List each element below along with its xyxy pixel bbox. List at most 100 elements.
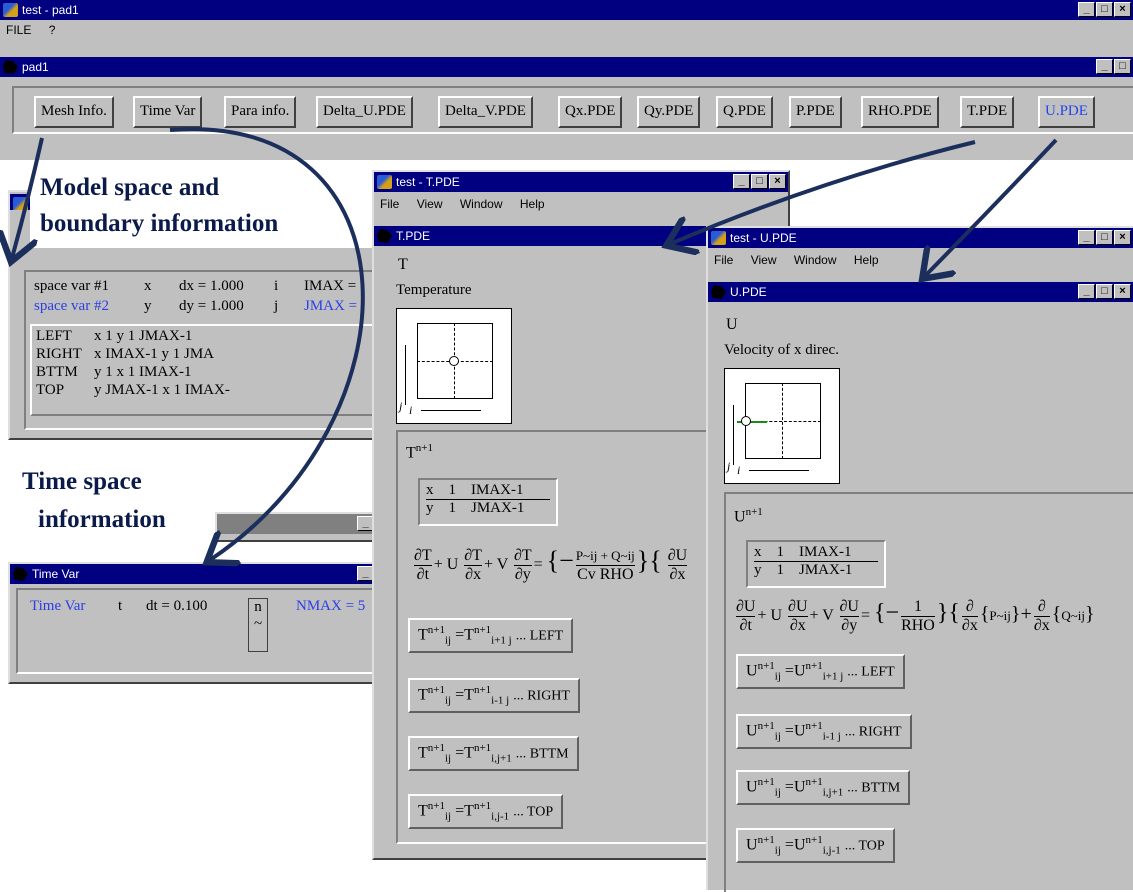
bc-lsub: ij bbox=[445, 752, 452, 765]
eq-term: + V bbox=[809, 607, 834, 625]
t-bc-top[interactable]: Tn+1ij =Tn+1i,j-1 ... TOP bbox=[408, 794, 564, 829]
tab-delta-u[interactable]: Delta_U.PDE bbox=[316, 96, 413, 128]
u-menu-file[interactable]: File bbox=[714, 253, 733, 267]
tab-u[interactable]: U.PDE bbox=[1038, 96, 1095, 128]
tab-p[interactable]: P.PDE bbox=[789, 96, 842, 128]
maximize-icon[interactable]: □ bbox=[1114, 59, 1131, 74]
time-var-title-bar[interactable]: Time Var _ bbox=[10, 564, 380, 584]
u-grid-diagram[interactable]: i j bbox=[724, 368, 840, 484]
bc-var: U bbox=[793, 662, 806, 680]
t-pde-equation[interactable]: ∂T ∂t + U ∂T ∂x + V ∂T ∂y = {− P~ij + Q~ij Cv RH… bbox=[412, 546, 689, 584]
u-pde-window: test - U.PDE _ □ × File View Window Help U… bbox=[706, 226, 1133, 892]
tab-rho[interactable]: RHO.PDE bbox=[861, 96, 939, 128]
minimize-icon[interactable]: _ bbox=[1078, 284, 1095, 299]
menu-file[interactable]: FILE bbox=[6, 23, 31, 37]
bc-side: ... RIGHT bbox=[844, 724, 902, 740]
t-app-title: test - T.PDE bbox=[396, 175, 460, 189]
t-range-box[interactable]: x 1 IMAX-1 y 1 JMAX-1 bbox=[418, 478, 558, 526]
eq-term: + V bbox=[483, 556, 508, 573]
u-bc-left[interactable]: Un+1ij =Un+1i+1 j ... LEFT bbox=[736, 654, 905, 689]
bc-lsub: ij bbox=[774, 730, 781, 743]
close-icon[interactable]: × bbox=[769, 174, 786, 189]
time-index-box[interactable]: n ~ bbox=[248, 598, 268, 652]
pad-title-bar[interactable]: pad1 _ □ bbox=[0, 57, 1133, 77]
maximize-icon[interactable]: □ bbox=[1096, 2, 1113, 17]
t-menu-bar: File View Window Help bbox=[374, 194, 788, 214]
boundary-left[interactable]: LEFT x 1 y 1 JMAX-1 bbox=[36, 328, 192, 345]
tab-mesh-info[interactable]: Mesh Info. bbox=[34, 96, 114, 128]
boundary-name: TOP bbox=[36, 382, 65, 398]
t-bc-right[interactable]: Tn+1ij =Tn+1i-1 j ... RIGHT bbox=[408, 678, 580, 713]
u-menu-view[interactable]: View bbox=[751, 253, 777, 267]
tab-para-info[interactable]: Para info. bbox=[224, 96, 297, 128]
hidden-title-bar[interactable]: _ bbox=[217, 514, 380, 534]
boundary-top[interactable]: TOP y JMAX-1 x 1 IMAX- bbox=[36, 382, 230, 399]
u-bc-right[interactable]: Un+1ij =Un+1i-1 j ... RIGHT bbox=[736, 714, 912, 749]
main-window: test - pad1 _ □ × FILE ? pad1 _ □ Mesh Info… bbox=[0, 0, 1133, 160]
u-range-x: x 1 IMAX-1 bbox=[754, 544, 878, 562]
boundary-right[interactable]: RIGHT x IMAX-1 y 1 JMA bbox=[36, 346, 214, 363]
maximize-icon[interactable]: □ bbox=[751, 174, 768, 189]
u-pde-equation[interactable]: ∂U ∂t + U ∂U ∂x + V ∂U ∂y = {− 1 RHO}{∂ ∂x {P~ij}+… bbox=[734, 598, 1095, 635]
tab-time-var[interactable]: Time Var bbox=[133, 96, 203, 128]
minimize-icon[interactable]: _ bbox=[1078, 2, 1095, 17]
t-bc-left[interactable]: Tn+1ij =Tn+1i+1 j ... LEFT bbox=[408, 618, 574, 653]
tab-qy[interactable]: Qy.PDE bbox=[637, 96, 701, 128]
bc-var: U bbox=[793, 722, 806, 740]
u-range-y: y 1 JMAX-1 bbox=[754, 562, 853, 578]
time-var-panel: Time Var t dt = 0.100 n ~ NMAX = 5 bbox=[16, 588, 382, 674]
t-menu-file[interactable]: File bbox=[380, 197, 399, 211]
u-bc-top[interactable]: Un+1ij =Un+1i,j-1 ... TOP bbox=[736, 828, 895, 863]
boundary-name: BTTM bbox=[36, 364, 78, 380]
menu-help[interactable]: ? bbox=[49, 23, 56, 37]
tab-strip: Mesh Info. Time Var Para info. Delta_U.P… bbox=[12, 86, 1133, 134]
boundary-bttm[interactable]: BTTM y 1 x 1 IMAX-1 bbox=[36, 364, 192, 381]
eq-num: ∂U bbox=[839, 598, 859, 617]
t-grid-diagram[interactable]: i j bbox=[396, 308, 512, 424]
bc-var: U bbox=[793, 778, 806, 796]
space-var-2[interactable]: space var #2 y dy = 1.000 j JMAX = bbox=[34, 298, 357, 315]
u-app-title-bar[interactable]: test - U.PDE _ □ × bbox=[708, 228, 1133, 248]
u-head-sup: n+1 bbox=[745, 506, 763, 518]
maximize-icon[interactable]: □ bbox=[1096, 284, 1113, 299]
u-child-title-bar[interactable]: U.PDE _ □ × bbox=[708, 282, 1133, 302]
minimize-icon[interactable]: _ bbox=[1078, 230, 1095, 245]
t-menu-view[interactable]: View bbox=[417, 197, 443, 211]
eq-term: Q~ij bbox=[1061, 608, 1085, 624]
main-title-bar[interactable]: test - pad1 _ □ × bbox=[0, 0, 1133, 20]
space-var-name: y bbox=[144, 298, 152, 314]
close-icon[interactable]: × bbox=[1114, 284, 1131, 299]
time-var-dt: dt = 0.100 bbox=[146, 598, 208, 614]
u-menu-help[interactable]: Help bbox=[854, 253, 879, 267]
maximize-icon[interactable]: □ bbox=[1096, 230, 1113, 245]
close-icon[interactable]: × bbox=[1114, 230, 1131, 245]
eq-equals: = bbox=[860, 607, 871, 625]
space-var-label: space var #2 bbox=[34, 298, 109, 314]
u-menu-window[interactable]: Window bbox=[794, 253, 837, 267]
u-range-box[interactable]: x 1 IMAX-1 y 1 JMAX-1 bbox=[746, 540, 886, 588]
time-var-label[interactable]: Time Var bbox=[30, 598, 85, 615]
eq-num: ∂ bbox=[1033, 598, 1050, 617]
time-annotation-line1: Time space bbox=[22, 468, 142, 495]
tab-q[interactable]: Q.PDE bbox=[716, 96, 773, 128]
t-menu-window[interactable]: Window bbox=[460, 197, 503, 211]
bc-lsub: ij bbox=[774, 786, 781, 799]
t-child-title: T.PDE bbox=[396, 229, 431, 243]
bc-var: T bbox=[418, 626, 428, 644]
tab-t[interactable]: T.PDE bbox=[960, 96, 1015, 128]
t-bc-bttm[interactable]: Tn+1ij =Tn+1i,j+1 ... BTTM bbox=[408, 736, 579, 771]
t-app-title-bar[interactable]: test - T.PDE _ □ × bbox=[374, 172, 788, 192]
minimize-icon[interactable]: _ bbox=[1096, 59, 1113, 74]
eq-term: P~ij bbox=[989, 608, 1011, 624]
u-bc-bttm[interactable]: Un+1ij =Un+1i,j+1 ... BTTM bbox=[736, 770, 911, 805]
minimize-icon[interactable]: _ bbox=[733, 174, 750, 189]
tab-delta-v[interactable]: Delta_V.PDE bbox=[438, 96, 533, 128]
t-menu-help[interactable]: Help bbox=[520, 197, 545, 211]
u-description: Velocity of x direc. bbox=[724, 342, 839, 358]
close-icon[interactable]: × bbox=[1114, 2, 1131, 17]
bc-side: ... LEFT bbox=[515, 628, 564, 644]
tab-qx[interactable]: Qx.PDE bbox=[558, 96, 623, 128]
bc-rsub: i,j-1 bbox=[491, 810, 510, 823]
mesh-panel: space var #1 x dx = 1.000 i IMAX = space… bbox=[24, 270, 390, 430]
bc-var: T bbox=[464, 744, 474, 762]
